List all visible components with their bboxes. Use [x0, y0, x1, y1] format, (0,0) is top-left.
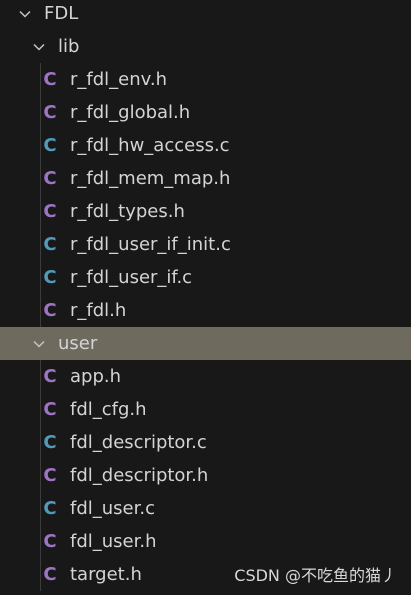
- file-label: fdl_user.h: [70, 531, 157, 552]
- file-label: r_fdl_mem_map.h: [70, 168, 231, 189]
- tree-row-file[interactable]: Cr_fdl_global.h: [0, 96, 411, 129]
- file-label: fdl_descriptor.h: [70, 465, 209, 486]
- file-label: r_fdl_hw_access.c: [70, 135, 230, 156]
- tree-row-file[interactable]: Cr_fdl_user_if.c: [0, 261, 411, 294]
- c-source-icon: C: [43, 267, 57, 288]
- folder-label: lib: [58, 36, 80, 57]
- tree-row-file[interactable]: Cr_fdl.h: [0, 294, 411, 327]
- file-label: fdl_user.c: [70, 498, 155, 519]
- tree-row-file[interactable]: Cr_fdl_types.h: [0, 195, 411, 228]
- folder-label: FDL: [44, 3, 79, 24]
- tree-row-file[interactable]: Cr_fdl_hw_access.c: [0, 129, 411, 162]
- tree-row-folder-user[interactable]: user: [0, 327, 411, 360]
- c-header-icon: C: [43, 102, 57, 123]
- tree-row-folder-lib[interactable]: lib: [0, 30, 411, 63]
- c-header-icon: C: [43, 69, 57, 90]
- file-label: fdl_cfg.h: [70, 399, 147, 420]
- file-label: r_fdl_global.h: [70, 102, 191, 123]
- tree-row-file[interactable]: Cfdl_descriptor.h: [0, 459, 411, 492]
- file-label: r_fdl.h: [70, 300, 127, 321]
- tree-row-file[interactable]: Cr_fdl_mem_map.h: [0, 162, 411, 195]
- file-label: r_fdl_types.h: [70, 201, 185, 222]
- tree-row-file[interactable]: Cfdl_cfg.h: [0, 393, 411, 426]
- tree-row-file[interactable]: Capp.h: [0, 360, 411, 393]
- file-label: r_fdl_user_if_init.c: [70, 234, 231, 255]
- tree-row-file[interactable]: Cr_fdl_env.h: [0, 63, 411, 96]
- tree-row-file[interactable]: Cfdl_descriptor.c: [0, 426, 411, 459]
- c-source-icon: C: [43, 234, 57, 255]
- c-header-icon: C: [43, 366, 57, 387]
- c-header-icon: C: [43, 168, 57, 189]
- watermark: CSDN @不吃鱼的猫丿: [234, 566, 397, 585]
- file-label: fdl_descriptor.c: [70, 432, 207, 453]
- chevron-down-icon: [32, 337, 46, 351]
- c-header-icon: C: [43, 300, 57, 321]
- c-header-icon: C: [43, 564, 57, 585]
- c-header-icon: C: [43, 465, 57, 486]
- file-explorer-tree: FDL lib Cr_fdl_env.h Cr_fdl_global.h Cr_fd…: [0, 0, 411, 595]
- file-label: target.h: [70, 564, 142, 585]
- file-label: r_fdl_env.h: [70, 69, 168, 90]
- chevron-down-icon: [32, 40, 46, 54]
- c-source-icon: C: [43, 498, 57, 519]
- file-label: r_fdl_user_if.c: [70, 267, 193, 288]
- tree-row-file[interactable]: Cr_fdl_user_if_init.c: [0, 228, 411, 261]
- folder-label: user: [58, 333, 98, 354]
- c-header-icon: C: [43, 201, 57, 222]
- tree-row-folder-fdl[interactable]: FDL: [0, 0, 411, 30]
- c-source-icon: C: [43, 432, 57, 453]
- c-header-icon: C: [43, 531, 57, 552]
- c-header-icon: C: [43, 399, 57, 420]
- c-source-icon: C: [43, 135, 57, 156]
- tree-row-file[interactable]: Cfdl_user.h: [0, 525, 411, 558]
- chevron-down-icon: [18, 7, 32, 21]
- tree-row-file[interactable]: Cfdl_user.c: [0, 492, 411, 525]
- file-label: app.h: [70, 366, 122, 387]
